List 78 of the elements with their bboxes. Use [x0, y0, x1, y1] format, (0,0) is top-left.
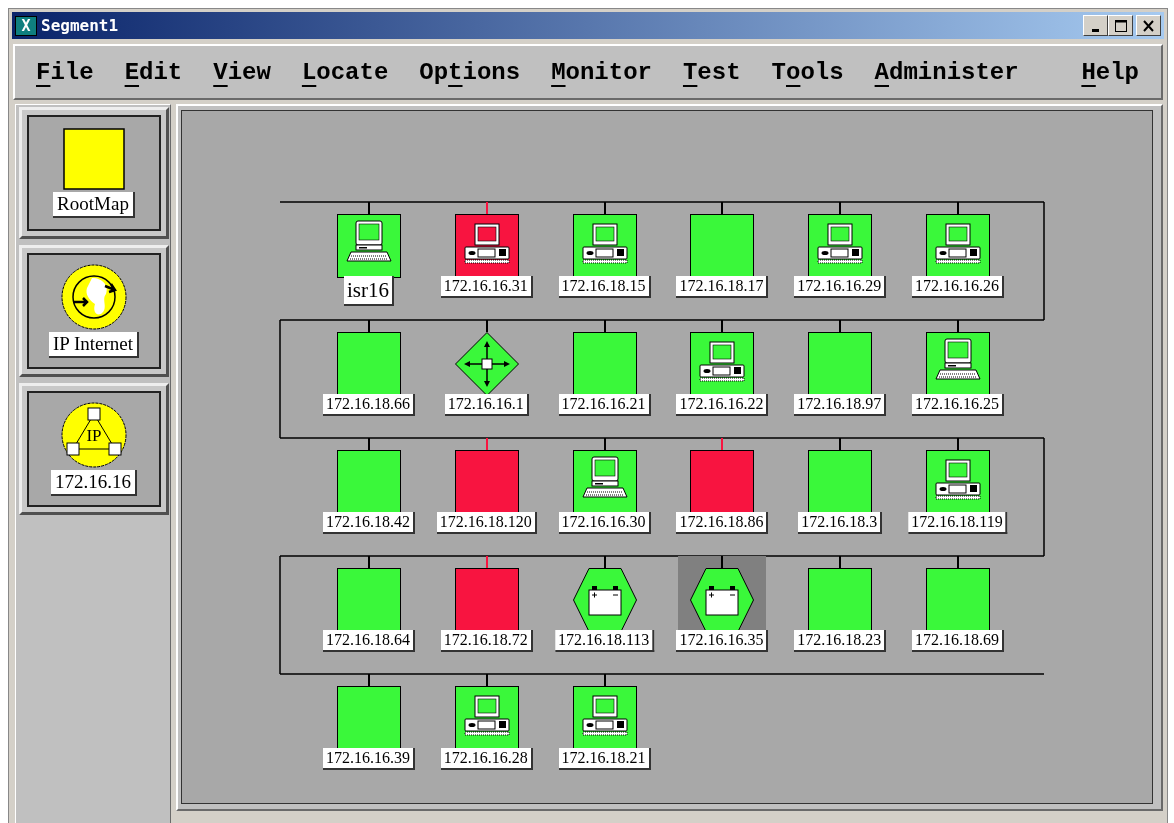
menu-item[interactable]: Tools — [771, 58, 844, 86]
node-label: 172.16.16.26 — [912, 276, 1004, 298]
device-node-icon[interactable] — [337, 332, 401, 396]
device-node-icon[interactable] — [808, 450, 873, 514]
computer-node-icon[interactable] — [926, 332, 990, 396]
node-label: 172.16.18.113 — [554, 630, 655, 652]
computer-node-icon[interactable] — [690, 332, 755, 396]
computer-node-icon[interactable] — [572, 686, 637, 750]
menu-item[interactable]: View — [213, 58, 271, 86]
node-label: 172.16.16.35 — [676, 630, 769, 652]
menu-item[interactable]: Locate — [301, 58, 389, 86]
node-label: 172.16.18.119 — [908, 512, 1008, 534]
node-label: 172.16.16.29 — [794, 276, 887, 298]
device-node-icon[interactable] — [808, 568, 873, 632]
node-label: isr16 — [344, 276, 394, 306]
node-label: 172.16.18.66 — [323, 394, 415, 416]
device-node-icon[interactable] — [454, 568, 519, 632]
device-node-icon[interactable] — [337, 568, 401, 632]
node-label: 172.16.18.97 — [794, 394, 887, 416]
node-label: 172.16.18.72 — [440, 630, 533, 652]
node-label: 172.16.18.17 — [676, 276, 769, 298]
device-node-icon[interactable] — [690, 450, 755, 514]
device-node-icon[interactable] — [337, 450, 401, 514]
computer-node-icon[interactable] — [808, 214, 873, 278]
menu-item[interactable]: File — [36, 58, 94, 86]
node-label: 172.16.18.23 — [794, 630, 887, 652]
node-label: 172.16.18.42 — [323, 512, 415, 534]
close-button[interactable] — [1136, 15, 1161, 36]
device-node-icon[interactable] — [454, 450, 519, 514]
menu-item[interactable]: Edit — [124, 58, 183, 86]
node-label: 172.16.18.3 — [798, 512, 883, 534]
node-label: 172.16.18.69 — [912, 630, 1004, 652]
device-node-icon[interactable] — [572, 332, 637, 396]
device-node-icon[interactable] — [926, 568, 990, 632]
node-label: 172.16.18.120 — [436, 512, 537, 534]
app-icon: X — [15, 15, 37, 36]
map-shortcut-button[interactable]: IP 172.16.16 — [19, 383, 169, 515]
node-label: 172.16.18.64 — [323, 630, 415, 652]
square-icon — [63, 128, 125, 190]
node-label: 172.16.18.21 — [558, 748, 651, 770]
router-node-icon[interactable] — [454, 332, 519, 396]
close-icon — [1143, 19, 1154, 32]
computer-node-icon[interactable] — [572, 450, 637, 514]
battery-node-icon[interactable] — [572, 568, 637, 632]
node-label: 172.16.16.1 — [444, 394, 529, 416]
menu-item[interactable]: Test — [682, 58, 741, 86]
map-shortcut-button[interactable]: RootMap — [19, 107, 169, 239]
menu-item[interactable]: Monitor — [551, 58, 652, 86]
node-label: 172.16.18.15 — [558, 276, 651, 298]
maximize-button[interactable] — [1108, 15, 1133, 36]
minimize-icon — [1092, 28, 1099, 32]
computer-node-icon[interactable] — [337, 214, 401, 278]
computer-node-icon[interactable] — [572, 214, 637, 278]
node-label: 172.16.16.31 — [440, 276, 533, 298]
node-label: 172.16.16.30 — [558, 512, 651, 534]
computer-node-icon[interactable] — [926, 450, 990, 514]
node-label: 172.16.18.86 — [676, 512, 769, 534]
node-label: 172.16.16.28 — [440, 748, 533, 770]
window-title: Segment1 — [41, 16, 120, 35]
battery-node-icon[interactable] — [690, 568, 755, 632]
computer-node-icon[interactable] — [926, 214, 990, 278]
device-node-icon[interactable] — [808, 332, 873, 396]
menu-item[interactable]: Help — [1081, 58, 1139, 86]
menu-item[interactable]: Administer — [874, 58, 1019, 86]
node-label: 172.16.16.21 — [558, 394, 651, 416]
device-node-icon[interactable] — [690, 214, 755, 278]
minimize-button[interactable] — [1083, 15, 1108, 36]
menu-item[interactable]: Options — [419, 58, 521, 86]
computer-node-icon[interactable] — [454, 214, 519, 278]
computer-node-icon[interactable] — [454, 686, 519, 750]
globe-icon — [59, 264, 129, 330]
device-node-icon[interactable] — [337, 686, 401, 750]
map-shortcut-button[interactable]: IP Internet — [19, 245, 169, 377]
network-icon: IP — [59, 402, 129, 468]
node-label: 172.16.16.25 — [912, 394, 1004, 416]
node-label: 172.16.16.39 — [323, 748, 415, 770]
maximize-icon — [1114, 19, 1127, 32]
node-label: 172.16.16.22 — [676, 394, 769, 416]
